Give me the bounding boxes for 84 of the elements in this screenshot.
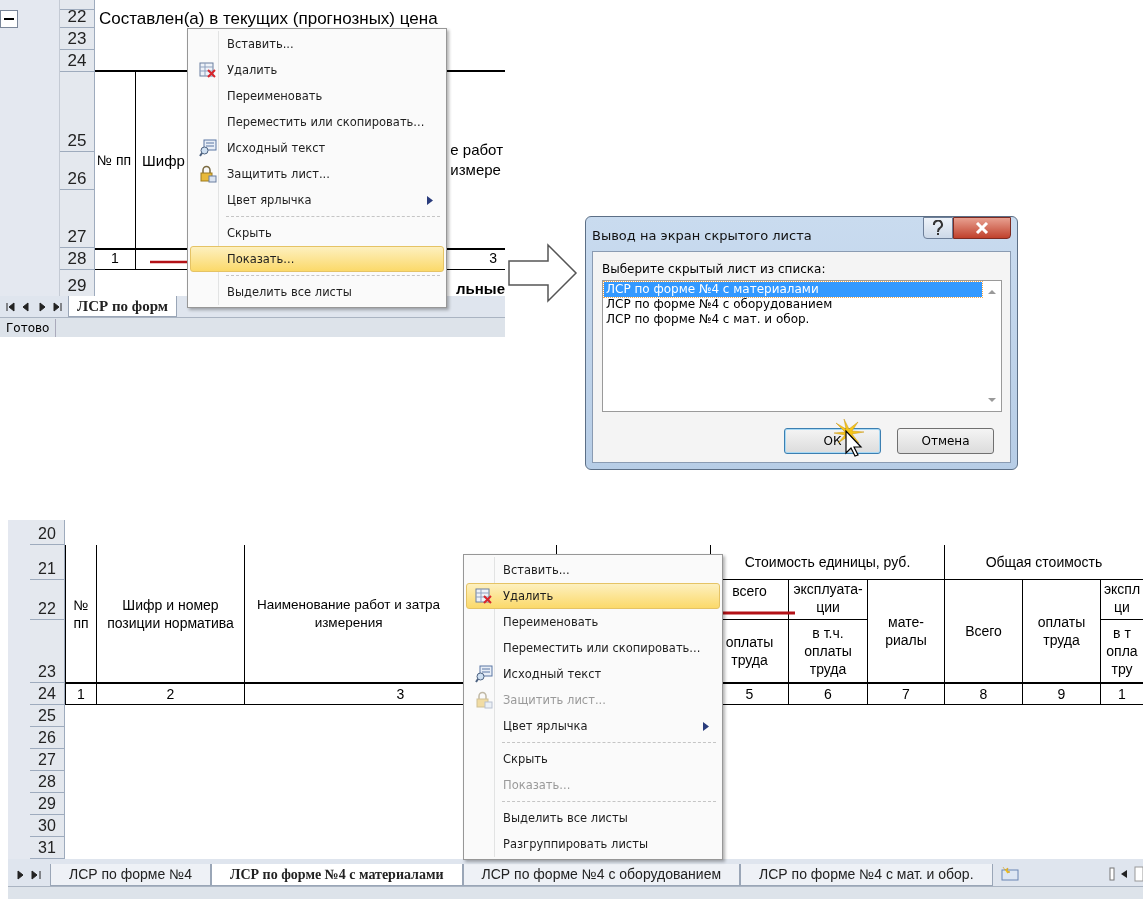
table-cell: 1 [95, 248, 136, 270]
header-cell: в т опла тру [1101, 620, 1143, 683]
header-cell: Шифр и номер позиции норматива [97, 545, 245, 683]
list-item[interactable]: ЛСР по форме №4 с оборудованием [604, 297, 982, 312]
row-number: 25 [30, 705, 65, 727]
submenu-arrow-icon [703, 722, 709, 731]
menu-item[interactable]: Переместить или скопировать... [190, 109, 444, 135]
menu-item[interactable]: Скрыть [190, 220, 444, 246]
cancel-button[interactable]: Отмена [897, 428, 994, 454]
row-number: 23 [30, 620, 65, 683]
scroll-down-icon[interactable] [987, 397, 997, 403]
table-cell: 1 [1101, 683, 1143, 705]
header-cell: Общая стоимость [945, 545, 1143, 580]
row-number: 24 [60, 50, 95, 72]
header-cell: Всего [945, 580, 1023, 683]
close-icon[interactable] [953, 217, 1011, 239]
sheet-tab[interactable]: ЛСР по форм [68, 296, 178, 317]
row-number: 23 [60, 28, 95, 50]
header-cell-text: Шифр [141, 151, 185, 169]
header-cell: эксплуата- ции [789, 580, 868, 620]
row-number: 22 [60, 10, 95, 28]
sheet-tab[interactable]: ЛСР по форме №4 с мат. и обор. [740, 864, 993, 886]
sheet-listbox[interactable]: ЛСР по форме №4 с материалами ЛСР по форме №4 с оборудованием ЛСР по форме №4 с мат. и обор. [602, 280, 1002, 412]
row-number: 31 [30, 837, 65, 859]
table-cell: 6 [789, 683, 868, 705]
row-number: 27 [30, 749, 65, 771]
row-number: 20 [30, 520, 65, 545]
help-icon[interactable] [923, 217, 953, 239]
list-item[interactable]: ЛСР по форме №4 с мат. и обор. [604, 312, 982, 327]
menu-item[interactable]: Показать... [190, 246, 444, 272]
sheet-heading: Составлен(а) в текущих (прогнозных) цена [98, 10, 439, 28]
menu-item[interactable]: Скрыть [466, 746, 720, 772]
header-cell: № пп [65, 545, 97, 683]
menu-item[interactable]: Вставить... [190, 31, 444, 57]
delete-sheet-icon [475, 587, 493, 605]
header-cell-text: е работ измере [450, 140, 504, 180]
menu-item[interactable]: Исходный текст [190, 135, 444, 161]
row-number: 27 [60, 190, 95, 248]
row-number: 25 [60, 72, 95, 152]
row-number: 30 [30, 815, 65, 837]
lock-icon [475, 691, 493, 709]
sheet-text: льные [456, 280, 505, 296]
header-cell: в т.ч. оплаты труда [789, 620, 868, 683]
menu-item[interactable]: Цвет ярлычка [466, 713, 720, 739]
dialog-title: Вывод на экран скрытого листа [592, 228, 812, 243]
row-number: 21 [30, 545, 65, 580]
menu-item[interactable]: Разгруппировать листы [466, 831, 720, 857]
hollow-arrow [508, 243, 578, 303]
row-number: 29 [60, 270, 95, 296]
table-cell: 1 [65, 683, 97, 705]
list-label: Выберите скрытый лист из списка: [602, 262, 827, 276]
header-cell: мате- риалы [868, 580, 945, 683]
menu-item[interactable]: Защитить лист... [190, 161, 444, 187]
menu-item[interactable]: Цвет ярлычка [190, 187, 444, 213]
header-cell: оплаты труда [1023, 580, 1101, 683]
view-code-icon [475, 665, 493, 683]
sheet-tab[interactable]: ЛСР по форме №4 с оборудованием [462, 864, 741, 886]
row-number: 22 [30, 580, 65, 620]
table-cell: 7 [868, 683, 945, 705]
menu-item[interactable]: Удалить [190, 57, 444, 83]
sheet-tab[interactable]: ЛСР по форме №4 [50, 864, 211, 886]
menu-item[interactable]: Удалить [466, 583, 720, 609]
row-number: 29 [30, 793, 65, 815]
menu-item[interactable]: Выделить все листы [466, 805, 720, 831]
row-number: 26 [60, 152, 95, 190]
menu-item[interactable]: Переименовать [190, 83, 444, 109]
table-cell: 2 [97, 683, 245, 705]
lock-icon [199, 165, 217, 183]
row-number: 26 [30, 727, 65, 749]
header-cell: № пп [95, 72, 136, 248]
row-number: 28 [60, 248, 95, 270]
delete-sheet-icon [199, 61, 217, 79]
menu-item[interactable]: Выделить все листы [190, 279, 444, 305]
row-number: 28 [30, 771, 65, 793]
header-cell: экспл ци [1101, 580, 1143, 620]
row-number: 24 [30, 683, 65, 705]
scroll-up-icon[interactable] [987, 289, 997, 295]
view-code-icon [199, 139, 217, 157]
table-cell: 8 [945, 683, 1023, 705]
table-cell: 9 [1023, 683, 1101, 705]
collapse-button[interactable] [0, 10, 18, 28]
sheet-tab[interactable]: ЛСР по форме №4 с материалами [211, 864, 463, 886]
status-text: Готово [0, 319, 57, 337]
submenu-arrow-icon [427, 196, 433, 205]
